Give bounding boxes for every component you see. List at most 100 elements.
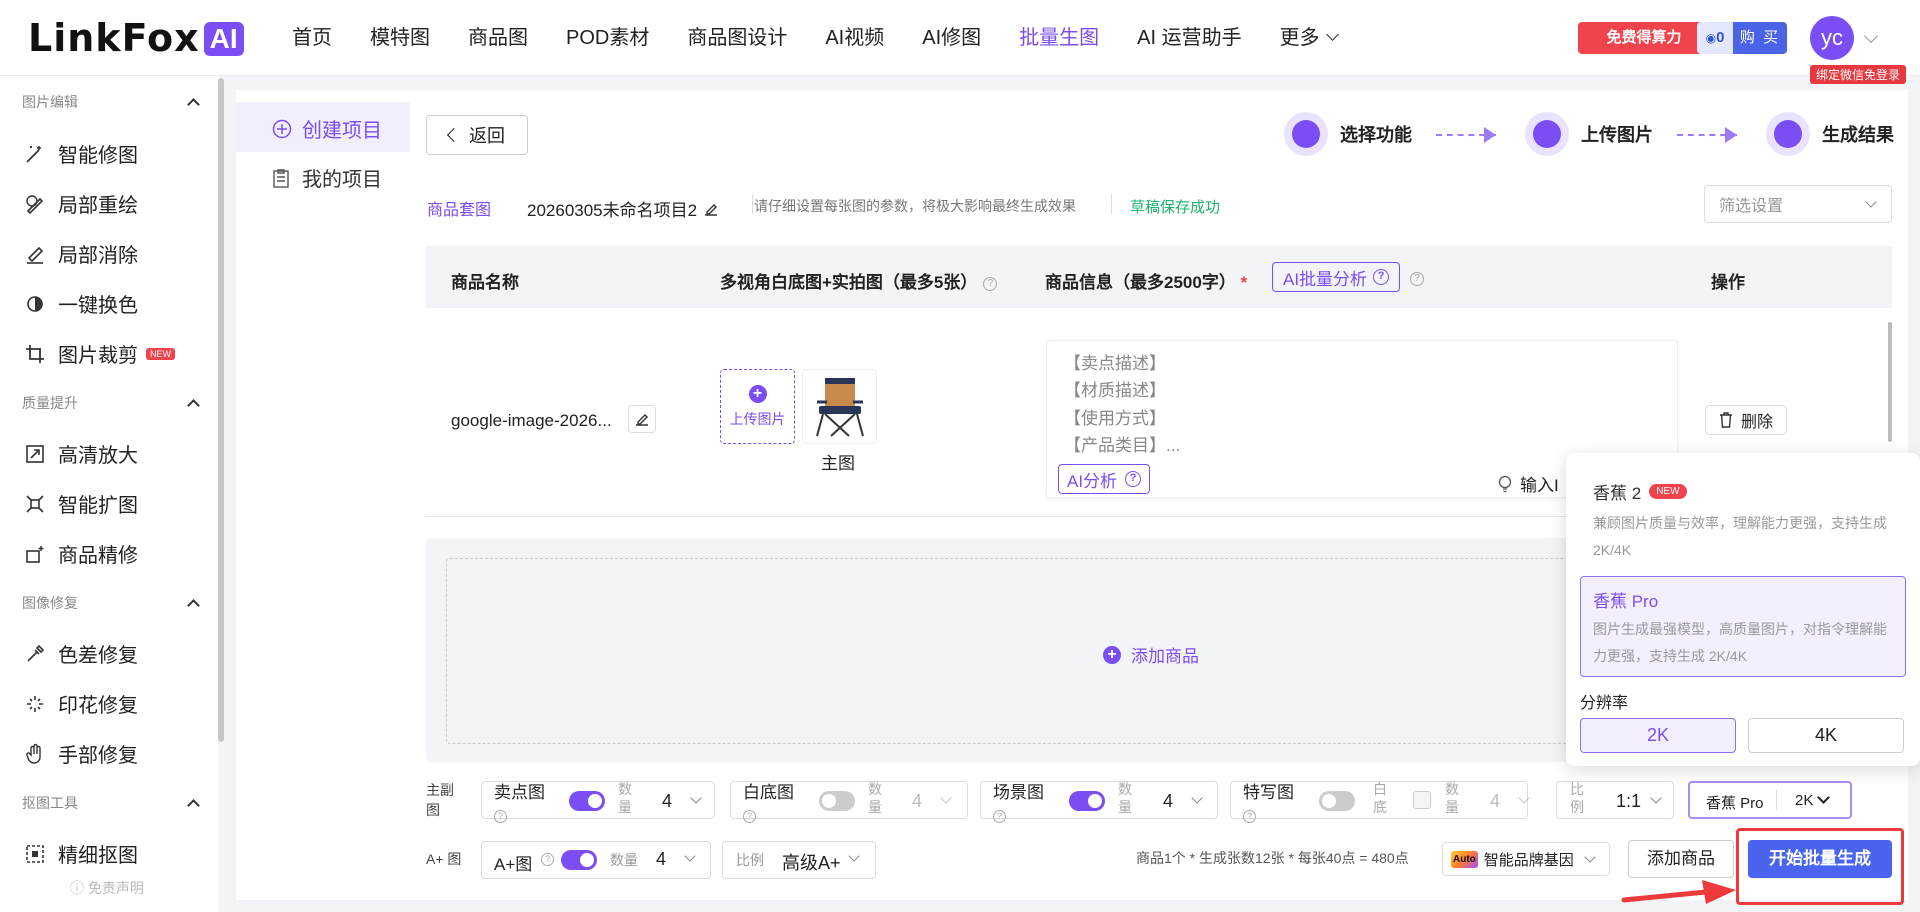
aplus-toggle[interactable] (561, 850, 597, 870)
nav-batch-generate[interactable]: 批量生图 (1019, 0, 1099, 76)
help-icon[interactable]: ? (1125, 471, 1142, 487)
product-thumbnail[interactable] (802, 369, 877, 444)
nav-ai-retouch[interactable]: AI修图 (922, 0, 981, 76)
step-upload-image: 上传图片 (1525, 112, 1653, 156)
plus-icon: + (1103, 645, 1121, 664)
aplus-ratio-value[interactable]: 高级A+ (782, 849, 841, 875)
table-scrollbar[interactable] (1888, 322, 1892, 442)
sidebar-item-expand[interactable]: 智能扩图 (24, 489, 138, 518)
add-product-link[interactable]: + 添加商品 (1103, 642, 1199, 667)
settings-hint: 请仔细设置每张图的参数，将极大影响最终生成效果 (754, 198, 1076, 214)
section-quality[interactable]: 质量提升 (22, 393, 200, 413)
sidebar-item-refine[interactable]: 商品精修 (24, 539, 138, 568)
sidebar-item-smart-retouch[interactable]: 智能修图 (24, 139, 138, 168)
model-option-desc[interactable]: 图片生成最强模型，高质量图片，对指令理解能力更强，支持生成 2K/4K (1593, 616, 1893, 670)
sidebar-item-recolor[interactable]: 一键换色 (24, 289, 138, 318)
edit-name-button[interactable] (628, 405, 656, 433)
help-icon[interactable]: ? (494, 810, 507, 823)
sidebar-item-fine-cutout[interactable]: 精细抠图 (24, 839, 138, 868)
chair-image (816, 378, 864, 437)
back-button[interactable]: 返回 (426, 115, 528, 155)
selling-point-toggle[interactable] (569, 791, 605, 811)
filter-select[interactable]: 筛选设置 (1704, 185, 1892, 223)
nav-product-design[interactable]: 商品图设计 (687, 0, 787, 76)
help-icon[interactable]: ? (993, 810, 1006, 823)
chevron-up-icon[interactable] (187, 599, 200, 612)
sidebar-item-print-fix[interactable]: 印花修复 (24, 689, 138, 718)
white-bg-checkbox[interactable] (1413, 791, 1431, 809)
tap-icon (1284, 112, 1328, 156)
chevron-up-icon[interactable] (187, 799, 200, 812)
nav-home[interactable]: 首页 (292, 0, 332, 76)
scene-toggle[interactable] (1069, 791, 1105, 811)
help-icon[interactable]: ? (1373, 269, 1390, 285)
avatar[interactable]: yc (1810, 16, 1854, 60)
nav-more[interactable]: 更多 (1280, 0, 1337, 76)
nav-ai-video[interactable]: AI视频 (825, 0, 884, 76)
project-name[interactable]: 20260305未命名项目2 (527, 196, 719, 221)
ai-analyze-button[interactable]: AI分析 ? (1058, 464, 1151, 494)
bind-wechat-tag[interactable]: 绑定微信免登录 (1810, 65, 1907, 84)
sidebar-item-hand-fix[interactable]: 手部修复 (24, 739, 138, 768)
ai-batch-analyze-button[interactable]: AI批量分析? (1272, 262, 1401, 292)
model-value[interactable]: 香蕉 Pro (1706, 792, 1764, 813)
sidebar-item-color-fix[interactable]: 色差修复 (24, 639, 138, 668)
sidebar-item-inpaint[interactable]: 局部重绘 (24, 189, 138, 218)
help-icon[interactable]: ? (1243, 810, 1256, 823)
help-icon[interactable]: ? (983, 277, 998, 291)
linkfox-logo[interactable]: LinkFox AI (28, 18, 244, 58)
model-option-title[interactable]: 香蕉 Pro (1593, 587, 1658, 612)
new-badge: NEW (1649, 484, 1687, 499)
disclaimer-link[interactable]: ⓘ 免责声明 (70, 878, 144, 898)
sidebar-item-crop[interactable]: 图片裁剪 NEW (24, 339, 175, 368)
section-repair[interactable]: 图像修复 (22, 593, 200, 613)
delete-button[interactable]: 删除 (1705, 405, 1787, 435)
nav-pod[interactable]: POD素材 (566, 0, 649, 76)
resolution-2k-button[interactable]: 2K (1580, 718, 1736, 753)
ratio-value[interactable]: 1:1 (1616, 791, 1641, 812)
info-line: 【材质描述】 (1064, 381, 1166, 400)
scene-qty[interactable]: 4 (1163, 791, 1173, 812)
nav-model[interactable]: 模特图 (370, 0, 430, 76)
help-icon[interactable]: ? (1410, 268, 1424, 288)
create-project-item[interactable]: 创建项目 (272, 114, 382, 143)
closeup-toggle[interactable] (1319, 791, 1355, 811)
resolution-4k-button[interactable]: 4K (1748, 718, 1904, 753)
help-icon[interactable]: ? (541, 853, 554, 866)
chevron-up-icon[interactable] (187, 98, 200, 111)
upload-image-button[interactable]: + 上传图片 (720, 369, 795, 444)
aplus-qty[interactable]: 4 (656, 849, 666, 870)
auto-badge: Auto (1451, 850, 1478, 868)
pattern-icon (27, 695, 43, 712)
sidebar-item-erase[interactable]: 局部消除 (24, 239, 138, 268)
nav-ai-ops-assistant[interactable]: AI 运营助手 (1137, 0, 1241, 76)
selling-point-qty[interactable]: 4 (662, 791, 672, 812)
qty-label: 数量 (1445, 781, 1459, 815)
white-bg-qty[interactable]: 4 (912, 791, 922, 812)
buy-button[interactable]: 购 买 (1733, 22, 1787, 54)
resolution-value[interactable]: 2K (1795, 792, 1813, 809)
start-batch-generate-button[interactable]: 开始批量生成 (1748, 840, 1892, 878)
qty-label: 数量 (1118, 781, 1132, 815)
sidebar-scroll-thumb[interactable] (218, 78, 224, 742)
brand-gene-select[interactable]: Auto 智能品牌基因 (1442, 842, 1610, 876)
lightbulb-icon (1498, 475, 1512, 492)
section-cutout[interactable]: 抠图工具 (22, 793, 200, 813)
col-operations: 操作 (1711, 273, 1745, 292)
sidebar-item-upscale[interactable]: 高清放大 (24, 439, 138, 468)
input-hint[interactable]: 输入I (1498, 471, 1559, 496)
nav-product[interactable]: 商品图 (468, 0, 528, 76)
credit-widget: ◉0 购 买 (1697, 22, 1787, 54)
my-projects-item[interactable]: 我的项目 (272, 163, 382, 192)
white-bg-toggle[interactable] (819, 791, 855, 811)
help-icon[interactable]: ? (743, 810, 756, 823)
plus-icon: + (748, 384, 767, 403)
free-credits-button[interactable]: 免费得算力 (1578, 22, 1710, 54)
edit-icon[interactable] (703, 201, 719, 217)
chevron-up-icon[interactable] (187, 399, 200, 412)
closeup-qty[interactable]: 4 (1490, 791, 1500, 812)
section-image-edit[interactable]: 图片编辑 (22, 92, 200, 112)
model-option-banana2[interactable]: 香蕉 2 NEW (1593, 479, 1687, 504)
model-option-desc[interactable]: 兼顾图片质量与效率，理解能力更强，支持生成 2K/4K (1593, 510, 1893, 564)
project-type-tag[interactable]: 商品套图 (427, 196, 491, 220)
